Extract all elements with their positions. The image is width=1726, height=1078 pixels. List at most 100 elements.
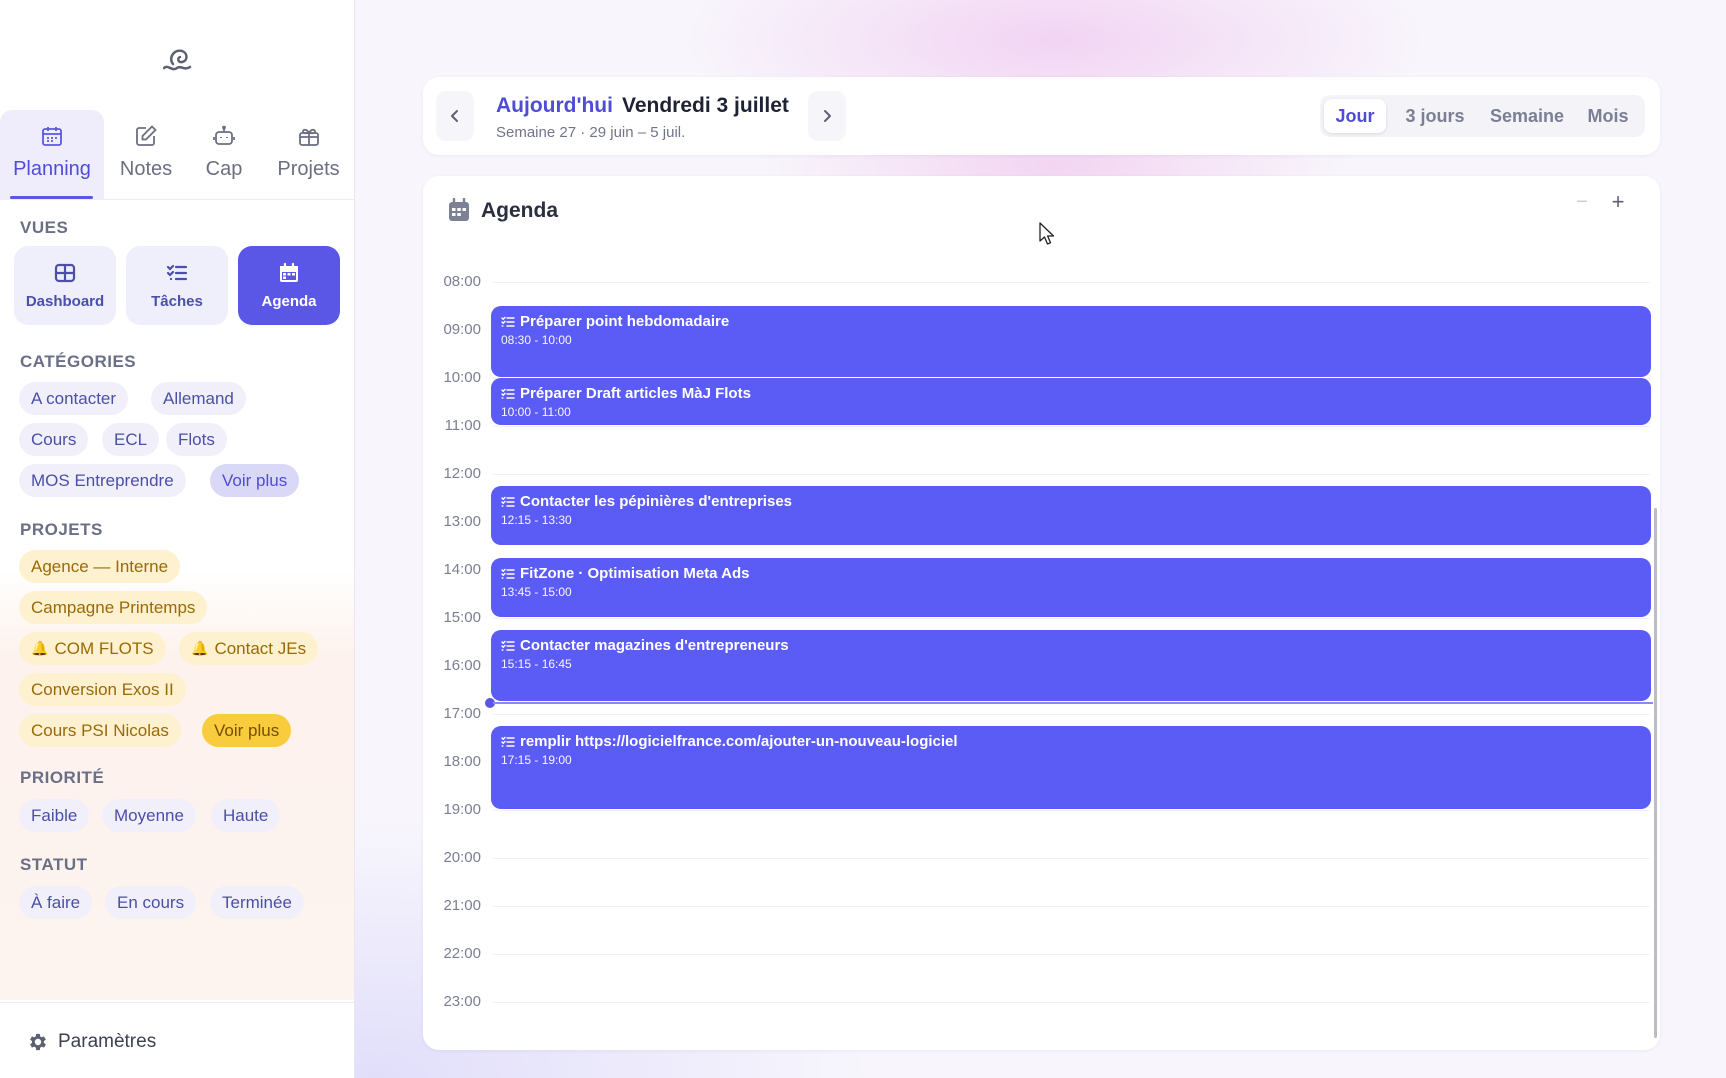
hour-gridline bbox=[493, 810, 1650, 811]
category-chip[interactable]: Cours bbox=[19, 423, 89, 456]
view-mode-day[interactable]: Jour bbox=[1324, 99, 1386, 133]
agenda-event[interactable]: Préparer Draft articles MàJ Flots 10:00 -… bbox=[491, 378, 1651, 425]
event-title-row: Contacter les pépinières d'entreprises bbox=[501, 493, 1641, 510]
hour-gridline bbox=[493, 618, 1650, 619]
settings-button[interactable]: Paramètres bbox=[0, 1002, 355, 1078]
week-info: Semaine 27 · 29 juin – 5 juil. bbox=[496, 124, 686, 141]
hour-label: 12:00 bbox=[443, 465, 481, 482]
robot-icon bbox=[210, 122, 238, 150]
view-mode-month[interactable]: Mois bbox=[1576, 99, 1640, 133]
bell-icon: 🔔 bbox=[31, 640, 49, 656]
priority-section-title: PRIORITÉ bbox=[20, 768, 105, 787]
hour-gridline bbox=[493, 1002, 1650, 1003]
category-chip[interactable]: MOS Entreprendre bbox=[19, 464, 186, 497]
category-chip[interactable]: Allemand bbox=[151, 382, 246, 415]
event-title: FitZone · Optimisation Meta Ads bbox=[520, 565, 750, 582]
tasklist-icon bbox=[501, 388, 515, 399]
tasklist-icon bbox=[501, 568, 515, 579]
view-dashboard-button[interactable]: Dashboard bbox=[14, 246, 116, 325]
tasklist-icon bbox=[501, 316, 515, 327]
active-tab-indicator bbox=[10, 196, 93, 199]
projects-see-more-chip[interactable]: Voir plus bbox=[202, 714, 292, 747]
priority-chip[interactable]: Faible bbox=[19, 799, 90, 832]
tasklist-icon bbox=[501, 736, 515, 747]
next-day-button[interactable] bbox=[808, 91, 846, 141]
event-title: Contacter magazines d'entrepreneurs bbox=[520, 637, 789, 654]
project-chip[interactable]: Cours PSI Nicolas bbox=[19, 714, 181, 747]
view-mode-week[interactable]: Semaine bbox=[1482, 99, 1572, 133]
tab-label: Cap bbox=[205, 158, 243, 180]
tasklist-icon bbox=[501, 640, 515, 651]
view-agenda-button[interactable]: Agenda bbox=[238, 246, 340, 325]
chevron-right-icon bbox=[824, 110, 831, 122]
event-title-row: Préparer point hebdomadaire bbox=[501, 313, 1641, 330]
agenda-event[interactable]: Préparer point hebdomadaire 08:30 - 10:00 bbox=[491, 306, 1651, 377]
zoom-out-button[interactable]: − bbox=[1570, 190, 1594, 214]
categories-see-more-chip[interactable]: Voir plus bbox=[210, 464, 300, 497]
mouse-cursor-icon bbox=[1039, 222, 1055, 245]
event-title-row: remplir https://logicielfrance.com/ajout… bbox=[501, 733, 1641, 750]
tab-label: Notes bbox=[119, 158, 173, 180]
agenda-event[interactable]: remplir https://logicielfrance.com/ajout… bbox=[491, 726, 1651, 809]
edit-icon bbox=[132, 122, 160, 150]
date-navigation-bar: Aujourd'hui Vendredi 3 juillet Semaine 2… bbox=[423, 77, 1660, 155]
agenda-title: Agenda bbox=[481, 199, 559, 222]
hour-gridline bbox=[493, 954, 1650, 955]
hour-gridline bbox=[493, 426, 1650, 427]
project-chip[interactable]: Conversion Exos II bbox=[19, 673, 186, 706]
agenda-scrollbar[interactable] bbox=[1654, 508, 1657, 1038]
sidebar: Planning Notes Cap Projets VUES Dashboar… bbox=[0, 0, 355, 1078]
project-chip[interactable]: Agence — Interne bbox=[19, 550, 181, 583]
category-chip[interactable]: ECL bbox=[102, 423, 160, 456]
settings-label: Paramètres bbox=[58, 1031, 157, 1052]
status-chip[interactable]: À faire bbox=[19, 886, 93, 919]
priority-chip[interactable]: Moyenne bbox=[102, 799, 196, 832]
tab-projets[interactable]: Projets bbox=[262, 110, 355, 200]
project-chip-com-flots[interactable]: 🔔 COM FLOTS bbox=[19, 632, 166, 665]
tasklist-icon bbox=[501, 496, 515, 507]
project-chip-contact-jes[interactable]: 🔔 Contact JEs bbox=[179, 632, 319, 665]
chevron-left-icon bbox=[451, 110, 458, 122]
hour-label: 19:00 bbox=[443, 801, 481, 818]
current-date: Vendredi 3 juillet bbox=[622, 94, 789, 117]
current-time-line bbox=[493, 702, 1653, 704]
view-mode-3days[interactable]: 3 jours bbox=[1392, 99, 1478, 133]
calendar-icon bbox=[38, 122, 66, 150]
event-title-row: FitZone · Optimisation Meta Ads bbox=[501, 565, 1641, 582]
status-chip[interactable]: Terminée bbox=[210, 886, 304, 919]
event-title-row: Préparer Draft articles MàJ Flots bbox=[501, 385, 1641, 402]
hour-gridline bbox=[493, 282, 1650, 283]
tab-notes[interactable]: Notes bbox=[104, 110, 188, 200]
tab-label: Projets bbox=[277, 158, 340, 180]
event-time: 13:45 - 15:00 bbox=[501, 585, 572, 599]
status-chip[interactable]: En cours bbox=[105, 886, 197, 919]
hour-label: 20:00 bbox=[443, 849, 481, 866]
event-time: 15:15 - 16:45 bbox=[501, 657, 572, 671]
hour-label: 10:00 bbox=[443, 369, 481, 386]
hour-gridline bbox=[493, 858, 1650, 859]
project-chip[interactable]: Campagne Printemps bbox=[19, 591, 208, 624]
agenda-event[interactable]: Contacter magazines d'entrepreneurs 15:15… bbox=[491, 630, 1651, 701]
tab-cap[interactable]: Cap bbox=[188, 110, 260, 200]
event-title: Préparer point hebdomadaire bbox=[520, 313, 730, 330]
tab-planning[interactable]: Planning bbox=[0, 110, 104, 200]
event-title: Contacter les pépinières d'entreprises bbox=[520, 493, 792, 510]
hour-label: 09:00 bbox=[443, 321, 481, 338]
calendar-icon bbox=[280, 262, 298, 282]
priority-chip[interactable]: Haute bbox=[211, 799, 281, 832]
agenda-event[interactable]: FitZone · Optimisation Meta Ads 13:45 - 1… bbox=[491, 558, 1651, 617]
zoom-in-button[interactable]: + bbox=[1606, 189, 1630, 214]
agenda-event[interactable]: Contacter les pépinières d'entreprises 12… bbox=[491, 486, 1651, 545]
view-label: Dashboard bbox=[25, 293, 105, 310]
hour-label: 15:00 bbox=[443, 609, 481, 626]
views-section-title: VUES bbox=[20, 218, 69, 237]
status-section-title: STATUT bbox=[20, 855, 88, 874]
hour-gridline bbox=[493, 906, 1650, 907]
today-button[interactable]: Aujourd'hui bbox=[496, 94, 613, 118]
category-chip[interactable]: A contacter bbox=[19, 382, 129, 415]
bell-icon: 🔔 bbox=[191, 640, 209, 656]
previous-day-button[interactable] bbox=[436, 91, 474, 141]
hour-label: 23:00 bbox=[443, 993, 481, 1010]
category-chip[interactable]: Flots bbox=[166, 423, 227, 456]
view-tasks-button[interactable]: Tâches bbox=[126, 246, 228, 325]
